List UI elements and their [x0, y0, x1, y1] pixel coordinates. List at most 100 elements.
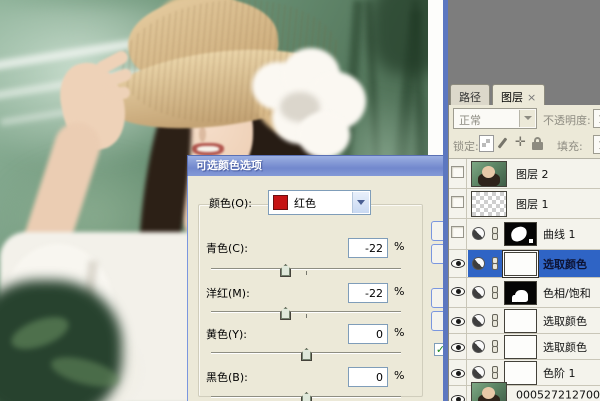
tab-layers-label: 图层	[501, 91, 523, 104]
eye-icon	[451, 369, 465, 378]
layer-row[interactable]: 曲线 1	[449, 219, 600, 250]
dropdown-button[interactable]	[519, 110, 535, 127]
link-icon	[491, 340, 499, 354]
color-dropdown[interactable]: 红色	[268, 190, 371, 215]
link-icon	[491, 286, 499, 300]
yellow-value-field[interactable]: 0	[348, 324, 388, 344]
layer-row[interactable]: 图层 2	[449, 159, 600, 189]
slider-thumb[interactable]	[280, 264, 291, 277]
layer-name[interactable]: 选取颜色	[543, 256, 587, 272]
magenta-value-field[interactable]: -22	[348, 283, 388, 303]
layer-thumbnail-checker[interactable]	[471, 191, 507, 217]
layer-thumbnail-hue[interactable]	[504, 281, 537, 305]
opacity-field-clipped[interactable]: 1	[593, 109, 600, 128]
adjustment-layer-icon	[472, 314, 485, 327]
layer-row-main[interactable]: 00052721270002	[468, 386, 600, 401]
layer-row-main[interactable]: 选取颜色	[468, 308, 600, 333]
magenta-slider[interactable]	[211, 307, 401, 321]
layer-row[interactable]: 选取颜色	[449, 250, 600, 278]
blend-mode-dropdown[interactable]: 正常	[453, 108, 537, 129]
brush-lock-icon[interactable]	[498, 135, 513, 152]
layer-thumbnail-white[interactable]	[504, 361, 537, 385]
layer-name[interactable]: 色相/饱和	[543, 285, 591, 301]
transparency-lock-icon[interactable]	[479, 135, 494, 152]
visibility-toggle[interactable]	[449, 360, 467, 385]
layer-row-main[interactable]: 图层 1	[468, 189, 600, 218]
layer-name[interactable]: 曲线 1	[543, 226, 576, 242]
adjustment-layer-icon	[472, 340, 485, 353]
layer-row[interactable]: 00052721270002	[449, 386, 600, 401]
selective-color-dialog: 可选颜色选项 颜色(O): 红色 青色(C): -22 % 洋红(M): -22…	[187, 155, 447, 401]
layers-list: 图层 2图层 1曲线 1选取颜色色相/饱和选取颜色选取颜色色阶 10005272…	[449, 158, 600, 401]
layer-row-main[interactable]: 选取颜色	[468, 250, 600, 277]
fill-field-clipped[interactable]: 1	[593, 135, 600, 154]
layer-row[interactable]: 选取颜色	[449, 334, 600, 360]
adjustment-layer-icon	[472, 257, 485, 270]
link-icon	[491, 366, 499, 380]
layers-panel: 正常 不透明度: 1 锁定: ✛ 填充: 1 图层 2图层 1曲线 1选取颜色色…	[448, 105, 600, 401]
cyan-slider[interactable]	[211, 264, 401, 278]
eye-empty-box	[451, 226, 464, 238]
visibility-toggle[interactable]	[449, 386, 467, 401]
tab-paths-label: 路径	[459, 91, 481, 104]
tab-layers[interactable]: 图层 ×	[492, 84, 545, 105]
slider-thumb[interactable]	[280, 307, 291, 320]
black-label: 黑色(B):	[206, 369, 248, 385]
eye-icon	[451, 259, 465, 268]
move-lock-icon[interactable]: ✛	[513, 135, 528, 152]
link-icon	[491, 257, 499, 271]
dialog-titlebar[interactable]: 可选颜色选项	[187, 155, 447, 176]
full-lock-icon[interactable]	[530, 135, 545, 152]
yellow-slider[interactable]	[211, 348, 401, 362]
visibility-toggle[interactable]	[449, 278, 467, 307]
chevron-down-icon	[357, 200, 365, 205]
black-slider[interactable]	[211, 392, 401, 401]
layer-thumbnail-white[interactable]	[504, 309, 537, 333]
visibility-toggle[interactable]	[449, 219, 467, 249]
layer-name[interactable]: 图层 2	[516, 166, 549, 182]
slider-thumb[interactable]	[301, 348, 312, 361]
visibility-toggle[interactable]	[449, 159, 467, 188]
tab-paths[interactable]: 路径	[450, 84, 490, 105]
adjustment-layer-icon	[472, 366, 485, 379]
dialog-body: 颜色(O): 红色 青色(C): -22 % 洋红(M): -22 %	[187, 176, 447, 401]
layer-thumbnail-photo[interactable]	[471, 161, 507, 187]
layer-row-main[interactable]: 图层 2	[468, 159, 600, 188]
visibility-toggle[interactable]	[449, 189, 467, 218]
slider-center-tick	[306, 271, 307, 275]
panel-tabs: 路径 图层 ×	[450, 84, 547, 106]
layer-row-main[interactable]: 选取颜色	[468, 334, 600, 359]
close-icon[interactable]: ×	[527, 91, 536, 104]
yellow-label: 黄色(Y):	[206, 326, 247, 342]
chevron-down-icon	[524, 116, 532, 120]
photo-nose	[199, 126, 206, 142]
layer-thumbnail-white[interactable]	[504, 335, 537, 359]
yellow-unit: %	[394, 326, 404, 339]
layer-row[interactable]: 色相/饱和	[449, 278, 600, 308]
fill-label: 填充:	[557, 138, 583, 154]
color-dropdown-value: 红色	[294, 195, 316, 211]
visibility-toggle[interactable]	[449, 334, 467, 359]
cyan-value-field[interactable]: -22	[348, 238, 388, 258]
color-select-label: 颜色(O):	[209, 195, 252, 211]
layer-thumbnail-curves[interactable]	[504, 222, 537, 246]
layer-row[interactable]: 图层 1	[449, 189, 600, 219]
layer-name[interactable]: 选取颜色	[543, 339, 587, 355]
layer-thumbnail-white[interactable]	[504, 252, 537, 276]
slider-thumb[interactable]	[301, 392, 312, 401]
red-swatch-icon	[273, 195, 288, 210]
panel-well: 路径图层× 正常 不透明度: 1 锁定: ✛ 填充: 1 图层 2图层 1曲线 …	[448, 0, 600, 401]
layer-row-main[interactable]: 曲线 1	[468, 219, 600, 249]
layer-name[interactable]: 00052721270002	[516, 388, 600, 401]
layer-row[interactable]: 选取颜色	[449, 308, 600, 334]
layer-name[interactable]: 图层 1	[516, 196, 549, 212]
layer-row-main[interactable]: 色相/饱和	[468, 278, 600, 307]
cyan-unit: %	[394, 240, 404, 253]
layer-name[interactable]: 色阶 1	[543, 365, 576, 381]
dropdown-button[interactable]	[352, 192, 369, 213]
visibility-toggle[interactable]	[449, 250, 467, 277]
visibility-toggle[interactable]	[449, 308, 467, 333]
layer-name[interactable]: 选取颜色	[543, 313, 587, 329]
black-value-field[interactable]: 0	[348, 367, 388, 387]
layer-thumbnail-photo[interactable]	[471, 382, 507, 401]
